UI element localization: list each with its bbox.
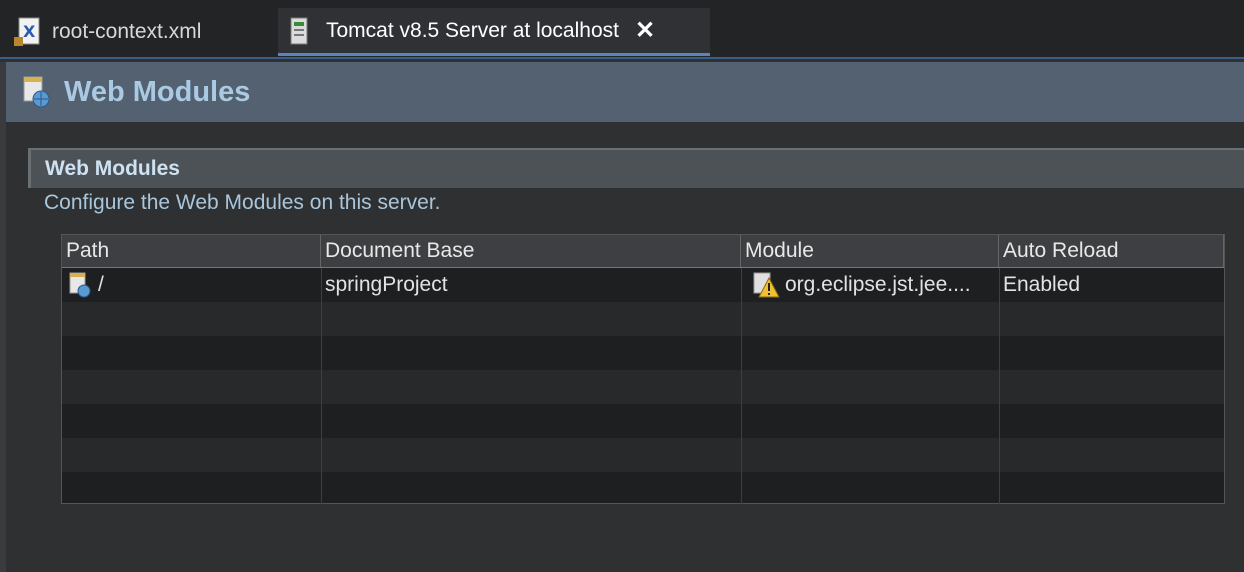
server-icon [288, 14, 310, 48]
web-modules-table[interactable]: Path Document Base Module Auto Reload / … [61, 234, 1225, 504]
empty-row [62, 472, 1224, 503]
column-header-module[interactable]: Module [741, 235, 999, 267]
tab-root-context-xml[interactable]: X root-context.xml [0, 8, 272, 56]
cell-module: org.eclipse.jst.jee.... [741, 268, 999, 302]
tab-label: root-context.xml [52, 20, 202, 43]
page-header: Web Modules [6, 62, 1244, 122]
tab-divider [0, 57, 1244, 59]
cell-auto-reload: Enabled [1003, 273, 1081, 296]
cell-path: / [62, 268, 321, 302]
tab-label: Tomcat v8.5 Server at localhost [326, 18, 619, 42]
column-header-document-base[interactable]: Document Base [321, 235, 741, 267]
empty-row [62, 370, 1224, 404]
warning-module-icon [751, 270, 781, 300]
close-icon[interactable]: ✕ [635, 16, 655, 45]
empty-row [62, 336, 1224, 370]
empty-row [62, 438, 1224, 472]
column-divider [999, 268, 1000, 504]
column-header-path[interactable]: Path [62, 235, 321, 267]
column-header-auto-reload[interactable]: Auto Reload [999, 235, 1224, 267]
empty-row [62, 302, 1224, 336]
page-title: Web Modules [64, 75, 251, 108]
empty-row [62, 404, 1224, 438]
section-description: Configure the Web Modules on this server… [44, 191, 441, 214]
left-border [0, 62, 6, 572]
svg-text:X: X [23, 22, 36, 41]
section-title: Web Modules [45, 157, 180, 180]
table-row[interactable]: / springProject org.eclipse.jst.jee.... … [62, 268, 1224, 302]
xml-file-icon: X [12, 15, 46, 49]
tab-tomcat-server[interactable]: Tomcat v8.5 Server at localhost ✕ [278, 8, 710, 56]
table-header: Path Document Base Module Auto Reload [62, 235, 1224, 268]
section-header[interactable]: Web Modules [28, 148, 1244, 188]
editor-tab-bar: X root-context.xml Tomcat v8.5 Server at… [0, 0, 1244, 58]
column-divider [321, 268, 322, 504]
cell-document-base: springProject [325, 273, 448, 296]
web-module-icon [66, 270, 94, 300]
module-value: org.eclipse.jst.jee.... [785, 273, 971, 296]
path-value: / [98, 273, 104, 296]
web-module-icon [20, 75, 52, 109]
column-divider [741, 268, 742, 504]
